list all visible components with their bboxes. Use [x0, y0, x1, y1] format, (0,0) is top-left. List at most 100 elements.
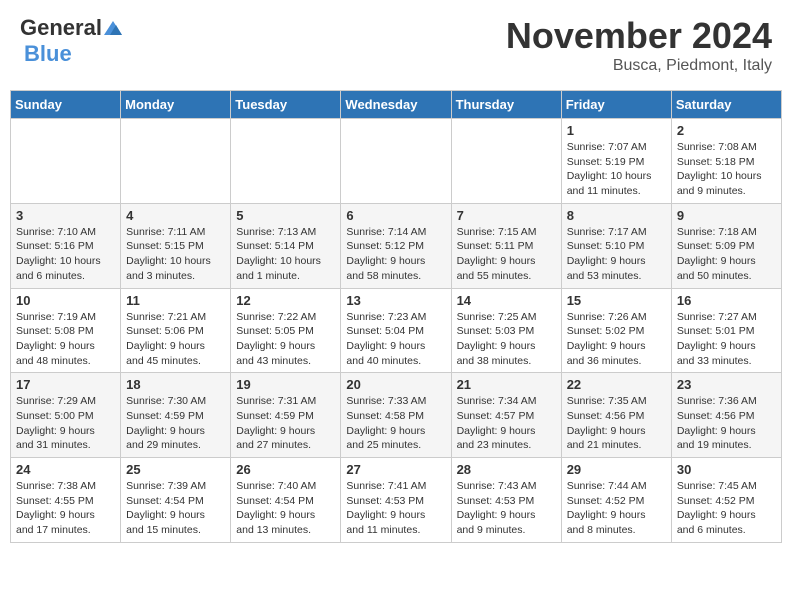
calendar-cell	[451, 119, 561, 204]
day-number: 26	[236, 462, 335, 477]
day-header-friday: Friday	[561, 91, 671, 119]
day-header-monday: Monday	[121, 91, 231, 119]
calendar-cell: 9 Sunrise: 7:18 AM Sunset: 5:09 PM Daylig…	[671, 203, 781, 288]
day-number: 1	[567, 123, 666, 138]
calendar-cell: 16 Sunrise: 7:27 AM Sunset: 5:01 PM Dayli…	[671, 288, 781, 373]
day-info: Sunrise: 7:26 AM Sunset: 5:02 PM Dayligh…	[567, 310, 666, 369]
day-number: 16	[677, 293, 776, 308]
calendar-cell: 30Sunrise: 7:45 AM Sunset: 4:52 PM Dayli…	[671, 458, 781, 543]
day-number: 4	[126, 208, 225, 223]
day-number: 14	[457, 293, 556, 308]
calendar-cell: 21 Sunrise: 7:34 AM Sunset: 4:57 PM Dayli…	[451, 373, 561, 458]
week-row-1: 1 Sunrise: 7:07 AM Sunset: 5:19 PM Daylig…	[11, 119, 782, 204]
day-info: Sunrise: 7:35 AM Sunset: 4:56 PM Dayligh…	[567, 394, 666, 453]
day-number: 30	[677, 462, 776, 477]
day-number: 27	[346, 462, 445, 477]
day-number: 8	[567, 208, 666, 223]
calendar-cell: 10Sunrise: 7:19 AM Sunset: 5:08 PM Dayli…	[11, 288, 121, 373]
day-number: 19	[236, 377, 335, 392]
day-info: Sunrise: 7:39 AM Sunset: 4:54 PM Dayligh…	[126, 479, 225, 538]
day-header-tuesday: Tuesday	[231, 91, 341, 119]
calendar-cell: 15Sunrise: 7:26 AM Sunset: 5:02 PM Dayli…	[561, 288, 671, 373]
calendar-cell: 28 Sunrise: 7:43 AM Sunset: 4:53 PM Dayli…	[451, 458, 561, 543]
calendar-cell: 5 Sunrise: 7:13 AM Sunset: 5:14 PM Daylig…	[231, 203, 341, 288]
day-number: 12	[236, 293, 335, 308]
day-info: Sunrise: 7:40 AM Sunset: 4:54 PM Dayligh…	[236, 479, 335, 538]
calendar-cell	[231, 119, 341, 204]
days-header-row: SundayMondayTuesdayWednesdayThursdayFrid…	[11, 91, 782, 119]
week-row-4: 17 Sunrise: 7:29 AM Sunset: 5:00 PM Dayli…	[11, 373, 782, 458]
day-info: Sunrise: 7:30 AM Sunset: 4:59 PM Dayligh…	[126, 394, 225, 453]
day-header-thursday: Thursday	[451, 91, 561, 119]
day-info: Sunrise: 7:14 AM Sunset: 5:12 PM Dayligh…	[346, 225, 445, 284]
day-info: Sunrise: 7:33 AM Sunset: 4:58 PM Dayligh…	[346, 394, 445, 453]
day-number: 6	[346, 208, 445, 223]
month-title: November 2024	[506, 15, 772, 57]
day-number: 2	[677, 123, 776, 138]
day-info: Sunrise: 7:21 AM Sunset: 5:06 PM Dayligh…	[126, 310, 225, 369]
day-number: 3	[16, 208, 115, 223]
day-number: 23	[677, 377, 776, 392]
day-number: 13	[346, 293, 445, 308]
day-info: Sunrise: 7:13 AM Sunset: 5:14 PM Dayligh…	[236, 225, 335, 284]
day-info: Sunrise: 7:18 AM Sunset: 5:09 PM Dayligh…	[677, 225, 776, 284]
day-number: 21	[457, 377, 556, 392]
calendar-cell: 7 Sunrise: 7:15 AM Sunset: 5:11 PM Daylig…	[451, 203, 561, 288]
calendar-cell: 25Sunrise: 7:39 AM Sunset: 4:54 PM Dayli…	[121, 458, 231, 543]
day-number: 5	[236, 208, 335, 223]
day-info: Sunrise: 7:29 AM Sunset: 5:00 PM Dayligh…	[16, 394, 115, 453]
week-row-5: 24 Sunrise: 7:38 AM Sunset: 4:55 PM Dayli…	[11, 458, 782, 543]
calendar-cell: 12 Sunrise: 7:22 AM Sunset: 5:05 PM Dayli…	[231, 288, 341, 373]
location: Busca, Piedmont, Italy	[506, 57, 772, 75]
day-info: Sunrise: 7:41 AM Sunset: 4:53 PM Dayligh…	[346, 479, 445, 538]
calendar-table: SundayMondayTuesdayWednesdayThursdayFrid…	[10, 90, 782, 543]
calendar-cell: 19 Sunrise: 7:31 AM Sunset: 4:59 PM Dayli…	[231, 373, 341, 458]
page-header: General Blue November 2024 Busca, Piedmo…	[10, 10, 782, 80]
day-info: Sunrise: 7:08 AM Sunset: 5:18 PM Dayligh…	[677, 140, 776, 199]
day-number: 28	[457, 462, 556, 477]
day-info: Sunrise: 7:31 AM Sunset: 4:59 PM Dayligh…	[236, 394, 335, 453]
day-number: 24	[16, 462, 115, 477]
calendar-cell	[11, 119, 121, 204]
calendar-cell: 13 Sunrise: 7:23 AM Sunset: 5:04 PM Dayli…	[341, 288, 451, 373]
calendar-cell	[341, 119, 451, 204]
calendar-cell: 8Sunrise: 7:17 AM Sunset: 5:10 PM Daylig…	[561, 203, 671, 288]
day-number: 22	[567, 377, 666, 392]
day-number: 17	[16, 377, 115, 392]
day-info: Sunrise: 7:25 AM Sunset: 5:03 PM Dayligh…	[457, 310, 556, 369]
day-number: 18	[126, 377, 225, 392]
day-info: Sunrise: 7:22 AM Sunset: 5:05 PM Dayligh…	[236, 310, 335, 369]
calendar-cell: 22 Sunrise: 7:35 AM Sunset: 4:56 PM Dayli…	[561, 373, 671, 458]
calendar-cell: 6 Sunrise: 7:14 AM Sunset: 5:12 PM Daylig…	[341, 203, 451, 288]
calendar-cell: 17 Sunrise: 7:29 AM Sunset: 5:00 PM Dayli…	[11, 373, 121, 458]
calendar-cell: 4Sunrise: 7:11 AM Sunset: 5:15 PM Daylig…	[121, 203, 231, 288]
calendar-cell: 2 Sunrise: 7:08 AM Sunset: 5:18 PM Daylig…	[671, 119, 781, 204]
calendar-cell: 1 Sunrise: 7:07 AM Sunset: 5:19 PM Daylig…	[561, 119, 671, 204]
day-header-sunday: Sunday	[11, 91, 121, 119]
day-info: Sunrise: 7:38 AM Sunset: 4:55 PM Dayligh…	[16, 479, 115, 538]
day-info: Sunrise: 7:23 AM Sunset: 5:04 PM Dayligh…	[346, 310, 445, 369]
calendar-cell: 24 Sunrise: 7:38 AM Sunset: 4:55 PM Dayli…	[11, 458, 121, 543]
calendar-cell: 11Sunrise: 7:21 AM Sunset: 5:06 PM Dayli…	[121, 288, 231, 373]
day-info: Sunrise: 7:36 AM Sunset: 4:56 PM Dayligh…	[677, 394, 776, 453]
day-number: 9	[677, 208, 776, 223]
day-number: 20	[346, 377, 445, 392]
day-info: Sunrise: 7:19 AM Sunset: 5:08 PM Dayligh…	[16, 310, 115, 369]
calendar-cell: 3 Sunrise: 7:10 AM Sunset: 5:16 PM Daylig…	[11, 203, 121, 288]
calendar-cell: 14 Sunrise: 7:25 AM Sunset: 5:03 PM Dayli…	[451, 288, 561, 373]
calendar-cell: 26 Sunrise: 7:40 AM Sunset: 4:54 PM Dayli…	[231, 458, 341, 543]
day-header-saturday: Saturday	[671, 91, 781, 119]
calendar-cell: 18 Sunrise: 7:30 AM Sunset: 4:59 PM Dayli…	[121, 373, 231, 458]
day-info: Sunrise: 7:07 AM Sunset: 5:19 PM Dayligh…	[567, 140, 666, 199]
calendar-cell	[121, 119, 231, 204]
day-number: 7	[457, 208, 556, 223]
title-area: November 2024 Busca, Piedmont, Italy	[506, 15, 772, 75]
logo-icon	[104, 21, 122, 35]
day-info: Sunrise: 7:15 AM Sunset: 5:11 PM Dayligh…	[457, 225, 556, 284]
day-info: Sunrise: 7:27 AM Sunset: 5:01 PM Dayligh…	[677, 310, 776, 369]
day-info: Sunrise: 7:43 AM Sunset: 4:53 PM Dayligh…	[457, 479, 556, 538]
day-number: 29	[567, 462, 666, 477]
day-info: Sunrise: 7:10 AM Sunset: 5:16 PM Dayligh…	[16, 225, 115, 284]
day-info: Sunrise: 7:34 AM Sunset: 4:57 PM Dayligh…	[457, 394, 556, 453]
logo-blue: Blue	[20, 41, 72, 67]
